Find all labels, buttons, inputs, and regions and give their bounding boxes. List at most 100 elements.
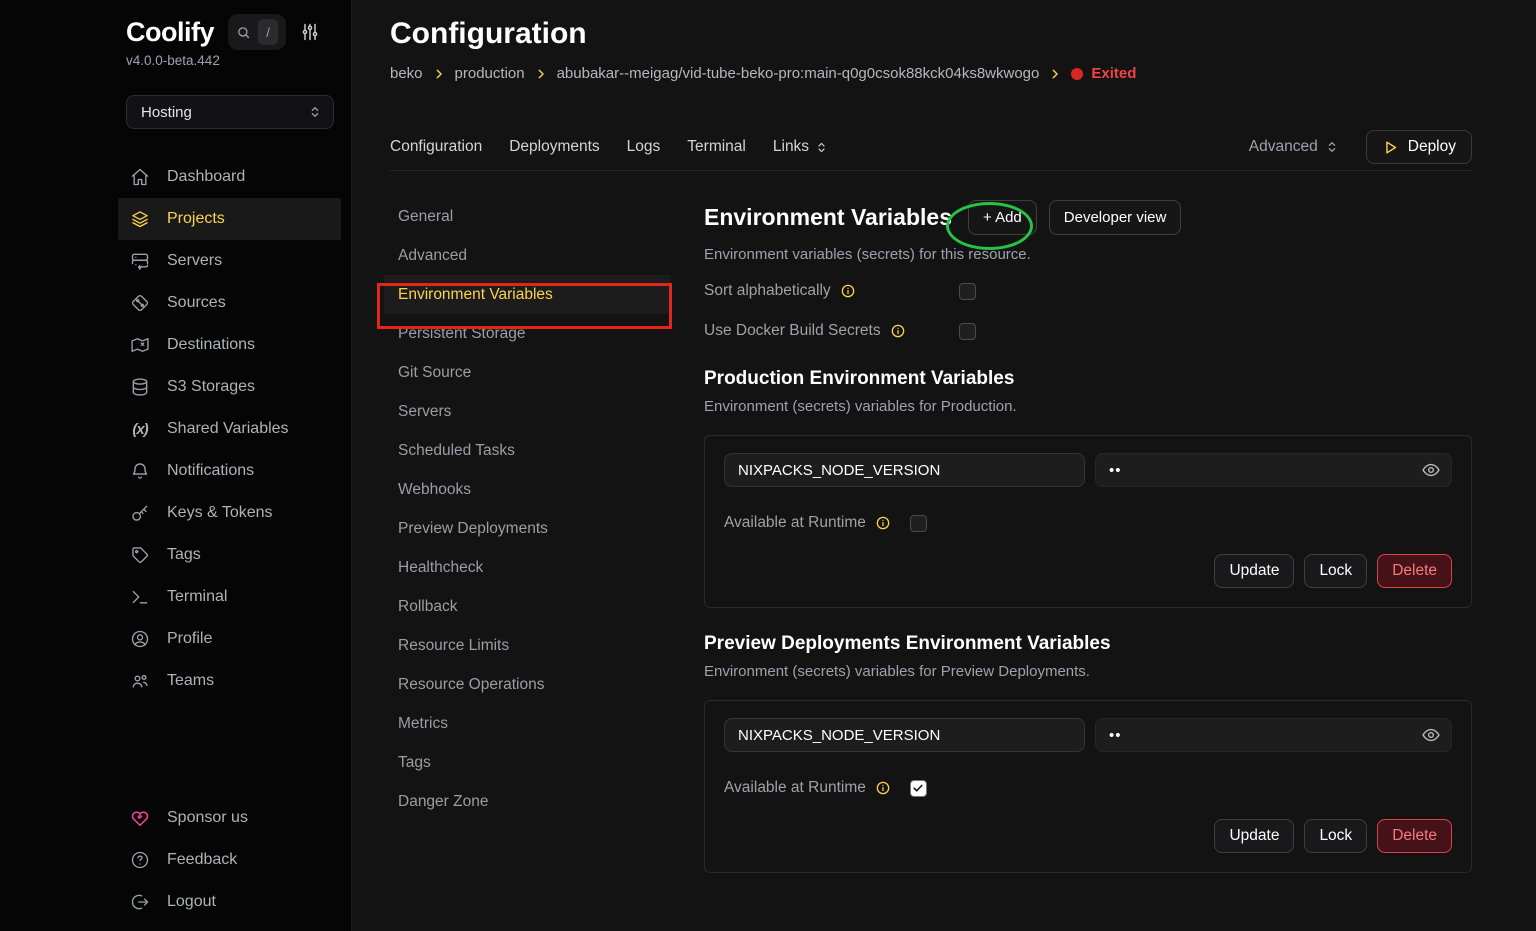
- runtime-label: Available at Runtime: [724, 514, 866, 532]
- lock-button[interactable]: Lock: [1304, 554, 1367, 588]
- lock-button[interactable]: Lock: [1304, 819, 1367, 853]
- section-subtitle: Environment variables (secrets) for this…: [704, 246, 1472, 263]
- server-icon: [130, 251, 150, 271]
- team-select[interactable]: Hosting: [126, 95, 334, 129]
- sidebar-item-keys-tokens[interactable]: Keys & Tokens: [118, 492, 341, 534]
- sidebar-item-dashboard[interactable]: Dashboard: [118, 156, 341, 198]
- breadcrumb-resource[interactable]: abubakar--meigag/vid-tube-beko-pro:main-…: [557, 65, 1040, 82]
- tab-logs[interactable]: Logs: [627, 138, 661, 156]
- layers-icon: [130, 209, 150, 229]
- env-value-input[interactable]: [1095, 453, 1452, 487]
- subnav-item-resource-limits[interactable]: Resource Limits: [384, 626, 671, 665]
- help-icon: [130, 850, 150, 870]
- delete-button[interactable]: Delete: [1377, 819, 1452, 853]
- sidebar-item-tags[interactable]: Tags: [118, 534, 341, 576]
- search-icon: [236, 25, 251, 40]
- subnav-item-environment-variables[interactable]: Environment Variables: [384, 275, 671, 314]
- eye-icon[interactable]: [1421, 460, 1441, 480]
- env-name-input[interactable]: [724, 453, 1085, 487]
- check-icon: [912, 782, 924, 794]
- env-variable-card: Available at Runtime Update Lock Delete: [704, 700, 1472, 873]
- breadcrumb-project[interactable]: beko: [390, 65, 423, 82]
- delete-button[interactable]: Delete: [1377, 554, 1452, 588]
- developer-view-button[interactable]: Developer view: [1049, 200, 1182, 235]
- docker-build-secrets-row: Use Docker Build Secrets: [704, 319, 1472, 343]
- sidebar: Coolify / v4.0.0-beta.442 Hosting Dashbo…: [0, 0, 352, 931]
- runtime-checkbox[interactable]: [910, 780, 927, 797]
- subnav-item-advanced[interactable]: Advanced: [384, 236, 671, 275]
- info-icon: [840, 283, 856, 299]
- chevron-right-icon: [534, 67, 548, 81]
- subnav-item-preview-deployments[interactable]: Preview Deployments: [384, 509, 671, 548]
- tab-terminal[interactable]: Terminal: [687, 138, 746, 156]
- chevron-updown-icon: [1324, 139, 1340, 155]
- subnav-item-rollback[interactable]: Rollback: [384, 587, 671, 626]
- sidebar-item-teams[interactable]: Teams: [118, 660, 341, 702]
- subnav-item-git-source[interactable]: Git Source: [384, 353, 671, 392]
- production-env-subtitle: Environment (secrets) variables for Prod…: [704, 398, 1472, 415]
- tab-links[interactable]: Links: [773, 138, 829, 156]
- sort-alphabetically-row: Sort alphabetically: [704, 279, 1472, 303]
- sidebar-item-sources[interactable]: Sources: [118, 282, 341, 324]
- docker-build-secrets-checkbox[interactable]: [959, 323, 976, 340]
- subnav-item-danger-zone[interactable]: Danger Zone: [384, 782, 671, 821]
- preview-env-title: Preview Deployments Environment Variable…: [704, 633, 1472, 655]
- sidebar-item-projects[interactable]: Projects: [118, 198, 341, 240]
- docker-build-secrets-label: Use Docker Build Secrets: [704, 322, 881, 340]
- sort-alphabetically-checkbox[interactable]: [959, 283, 976, 300]
- sidebar-item-logout[interactable]: Logout: [118, 881, 341, 923]
- sidebar-item-notifications[interactable]: Notifications: [118, 450, 341, 492]
- deploy-button[interactable]: Deploy: [1366, 130, 1472, 164]
- user-icon: [130, 629, 150, 649]
- subnav-item-general[interactable]: General: [384, 197, 671, 236]
- map-icon: [130, 335, 150, 355]
- subnav-item-scheduled-tasks[interactable]: Scheduled Tasks: [384, 431, 671, 470]
- runtime-checkbox[interactable]: [910, 515, 927, 532]
- sidebar-item-terminal[interactable]: Terminal: [118, 576, 341, 618]
- settings-button[interactable]: [300, 22, 320, 42]
- tab-deployments[interactable]: Deployments: [509, 138, 599, 156]
- subnav-item-metrics[interactable]: Metrics: [384, 704, 671, 743]
- slash-shortcut-key: /: [258, 19, 278, 45]
- advanced-dropdown[interactable]: Advanced: [1249, 138, 1340, 156]
- heart-icon: [130, 808, 150, 828]
- status-badge: Exited: [1071, 65, 1136, 82]
- status-text: Exited: [1091, 65, 1136, 82]
- update-button[interactable]: Update: [1214, 554, 1294, 588]
- preview-env-section: Preview Deployments Environment Variable…: [704, 633, 1472, 873]
- chevron-right-icon: [1048, 67, 1062, 81]
- tab-configuration[interactable]: Configuration: [390, 138, 482, 156]
- search-button[interactable]: /: [228, 14, 286, 50]
- sort-alphabetically-label: Sort alphabetically: [704, 282, 831, 300]
- users-icon: [130, 671, 150, 691]
- sidebar-item-destinations[interactable]: Destinations: [118, 324, 341, 366]
- sidebar-item-shared-variables[interactable]: (x) Shared Variables: [118, 408, 341, 450]
- sidebar-item-feedback[interactable]: Feedback: [118, 839, 341, 881]
- sidebar-item-s3-storages[interactable]: S3 Storages: [118, 366, 341, 408]
- breadcrumb-environment[interactable]: production: [455, 65, 525, 82]
- tag-icon: [130, 545, 150, 565]
- subnav-item-tags[interactable]: Tags: [384, 743, 671, 782]
- info-icon: [875, 780, 891, 796]
- update-button[interactable]: Update: [1214, 819, 1294, 853]
- app-version: v4.0.0-beta.442: [0, 53, 351, 68]
- subnav-item-resource-operations[interactable]: Resource Operations: [384, 665, 671, 704]
- subnav-item-persistent-storage[interactable]: Persistent Storage: [384, 314, 671, 353]
- env-name-input[interactable]: [724, 718, 1085, 752]
- logout-icon: [130, 892, 150, 912]
- subnav-item-healthcheck[interactable]: Healthcheck: [384, 548, 671, 587]
- terminal-icon: [130, 587, 150, 607]
- subnav-item-servers[interactable]: Servers: [384, 392, 671, 431]
- env-value-input[interactable]: [1095, 718, 1452, 752]
- app-logo: Coolify: [126, 17, 214, 48]
- key-icon: [130, 503, 150, 523]
- subnav-item-webhooks[interactable]: Webhooks: [384, 470, 671, 509]
- sidebar-item-profile[interactable]: Profile: [118, 618, 341, 660]
- section-title: Environment Variables: [704, 204, 952, 231]
- add-button[interactable]: + Add: [968, 200, 1037, 235]
- eye-icon[interactable]: [1421, 725, 1441, 745]
- sidebar-item-sponsor-us[interactable]: Sponsor us: [118, 797, 341, 839]
- sidebar-item-servers[interactable]: Servers: [118, 240, 341, 282]
- status-dot-icon: [1071, 68, 1083, 80]
- runtime-row: Available at Runtime: [724, 777, 1452, 799]
